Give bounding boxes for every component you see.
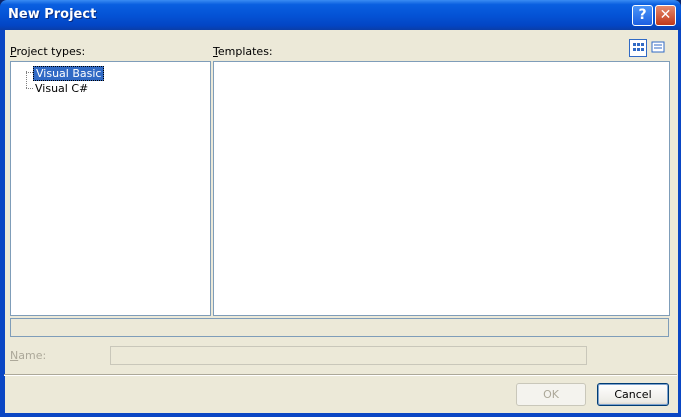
cancel-button[interactable]: Cancel (597, 383, 669, 406)
separator (4, 374, 677, 376)
templates-list[interactable] (213, 61, 670, 316)
close-icon: ✕ (659, 7, 672, 23)
window-title: New Project (8, 7, 97, 22)
tree-connector (26, 88, 33, 89)
tree-item-visual-basic[interactable]: Visual Basic (33, 66, 105, 81)
templates-label: Templates: (213, 45, 273, 58)
large-icons-view-button[interactable] (629, 39, 647, 57)
close-button[interactable]: ✕ (655, 5, 676, 26)
large-icons-icon (633, 43, 644, 51)
help-icon: ? (638, 7, 647, 23)
small-icons-icon (651, 41, 665, 53)
name-label: Name: (10, 349, 47, 362)
tree-connector (26, 72, 33, 73)
small-icons-view-button[interactable] (650, 39, 668, 57)
tree-item-visual-csharp[interactable]: Visual C# (33, 82, 90, 95)
ok-button[interactable]: OK (516, 383, 586, 406)
help-button[interactable]: ? (632, 5, 653, 26)
project-types-label: Project types: (10, 45, 86, 58)
name-field[interactable] (110, 346, 587, 365)
project-types-tree[interactable]: Visual Basic Visual C# (10, 61, 211, 316)
template-description-bar (10, 318, 669, 337)
title-bar[interactable]: New Project ? ✕ (0, 0, 681, 30)
tree-connector (26, 71, 27, 88)
